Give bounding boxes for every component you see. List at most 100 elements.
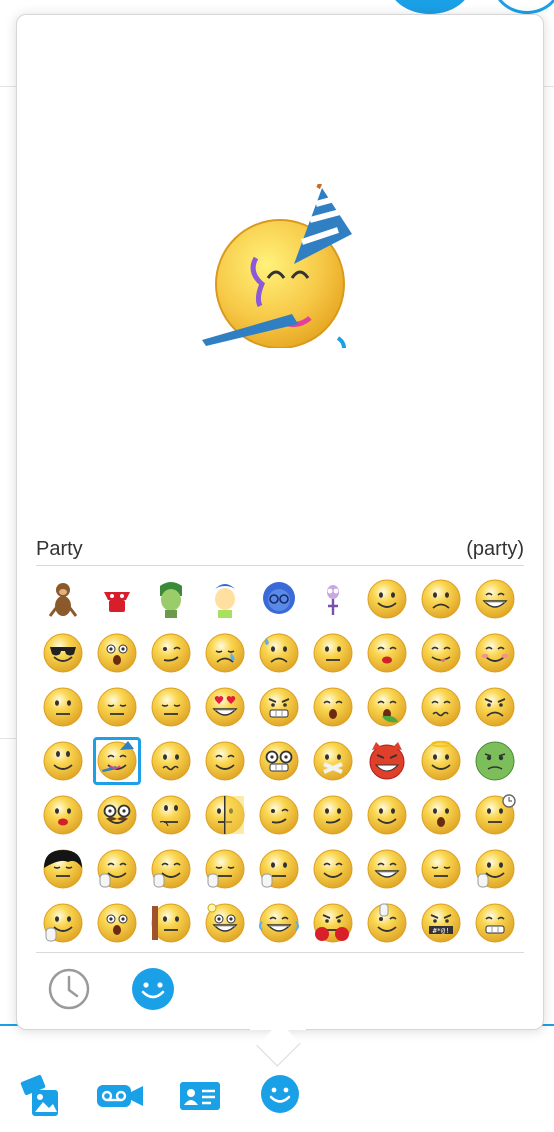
mmm-icon bbox=[205, 741, 245, 781]
emoticon-lips-sealed[interactable] bbox=[306, 734, 360, 788]
sad-icon bbox=[421, 579, 461, 619]
emoticon-evil-grin[interactable] bbox=[252, 680, 306, 734]
emoticon-waiting[interactable] bbox=[468, 788, 522, 842]
emoticon-angry[interactable] bbox=[468, 680, 522, 734]
emoticon-disgust[interactable] bbox=[144, 572, 198, 626]
emoticon-happy[interactable] bbox=[360, 788, 414, 842]
emoticon-sad[interactable] bbox=[414, 572, 468, 626]
emoticon-devil[interactable] bbox=[360, 734, 414, 788]
emoticon-puke[interactable] bbox=[360, 680, 414, 734]
emoticon-doh[interactable] bbox=[414, 680, 468, 734]
sweating-icon bbox=[259, 633, 299, 673]
header-call-button[interactable] bbox=[388, 0, 472, 14]
envy-icon bbox=[475, 741, 515, 781]
emoticon-rofl[interactable] bbox=[360, 842, 414, 896]
video-message-button[interactable] bbox=[96, 1084, 144, 1108]
emoticon-crying[interactable] bbox=[198, 626, 252, 680]
grin-icon bbox=[475, 903, 515, 943]
emoticon-boxing[interactable] bbox=[306, 896, 360, 950]
emoticon-wondering[interactable] bbox=[36, 680, 90, 734]
emoticon-fear[interactable] bbox=[306, 572, 360, 626]
shh-icon bbox=[259, 849, 299, 889]
happy-icon bbox=[367, 795, 407, 835]
yawn-icon bbox=[313, 687, 353, 727]
send-contact-button[interactable] bbox=[180, 1082, 220, 1110]
emoticon-dull[interactable] bbox=[144, 680, 198, 734]
emoticon-call[interactable] bbox=[90, 896, 144, 950]
emoticon-joy[interactable] bbox=[198, 572, 252, 626]
send-media-icon bbox=[20, 1074, 58, 1116]
emoticon-wall[interactable] bbox=[144, 896, 198, 950]
emoticon-shh[interactable] bbox=[252, 842, 306, 896]
tongue-out-icon bbox=[421, 633, 461, 673]
emoticon-mmm[interactable] bbox=[198, 734, 252, 788]
emoticon-wasntme[interactable] bbox=[36, 734, 90, 788]
emoticon-thinking[interactable] bbox=[144, 788, 198, 842]
emoticon-angel[interactable] bbox=[414, 734, 468, 788]
emoticon-blush[interactable] bbox=[468, 626, 522, 680]
emoticon-label-row: Party (party) bbox=[36, 536, 524, 566]
emoticon-finger-crossed[interactable] bbox=[90, 842, 144, 896]
swear-icon: #*@! bbox=[421, 903, 461, 943]
emoticon-hidden[interactable] bbox=[198, 788, 252, 842]
puke-icon bbox=[367, 687, 407, 727]
emoticon-wave[interactable] bbox=[468, 842, 522, 896]
recent-tab[interactable] bbox=[46, 966, 92, 1012]
emoticon-hands-up[interactable] bbox=[36, 896, 90, 950]
video-message-icon bbox=[97, 1085, 143, 1107]
wasntme-icon bbox=[43, 741, 83, 781]
emoticon-swear[interactable]: #*@! bbox=[414, 896, 468, 950]
header-menu-button[interactable] bbox=[492, 0, 554, 14]
wondering-icon bbox=[43, 687, 83, 727]
emoticon-envy[interactable] bbox=[468, 734, 522, 788]
emoticon-inlove[interactable] bbox=[198, 680, 252, 734]
emoticon-smirk[interactable] bbox=[252, 788, 306, 842]
dull-icon bbox=[151, 687, 191, 727]
emoticon-wink[interactable] bbox=[144, 626, 198, 680]
emoticon-sleepy[interactable] bbox=[90, 680, 144, 734]
emoticon-rock[interactable] bbox=[360, 896, 414, 950]
emoticon-sweating[interactable] bbox=[252, 626, 306, 680]
background-divider bbox=[0, 86, 16, 87]
rofl-icon bbox=[367, 849, 407, 889]
emoticon-kiss[interactable] bbox=[360, 626, 414, 680]
emoticon-idea[interactable] bbox=[198, 896, 252, 950]
emoticon-laugh[interactable] bbox=[468, 572, 522, 626]
emoticon-red-mask[interactable] bbox=[90, 572, 144, 626]
send-media-button[interactable] bbox=[20, 1072, 60, 1118]
emoticons-tab[interactable] bbox=[130, 966, 176, 1012]
emoticon-monkey[interactable] bbox=[36, 572, 90, 626]
lips-sealed-icon bbox=[313, 741, 353, 781]
emoticon-yawn[interactable] bbox=[306, 680, 360, 734]
emoticon-facepalm[interactable] bbox=[198, 842, 252, 896]
emoticon-cool[interactable] bbox=[36, 626, 90, 680]
emoticon-smile[interactable] bbox=[360, 572, 414, 626]
emoticon-giggle[interactable] bbox=[306, 842, 360, 896]
emoticon-sadness[interactable] bbox=[252, 572, 306, 626]
emoticon-tongue-out[interactable] bbox=[414, 626, 468, 680]
emoticon-button[interactable] bbox=[260, 1074, 300, 1114]
emoticon-mustache[interactable] bbox=[90, 788, 144, 842]
worried-icon bbox=[151, 741, 191, 781]
emoticon-hi[interactable] bbox=[144, 842, 198, 896]
angry-icon bbox=[475, 687, 515, 727]
giggle-icon bbox=[313, 849, 353, 889]
devil-icon bbox=[369, 742, 405, 780]
emoticon-speechless[interactable] bbox=[306, 626, 360, 680]
smile-icon bbox=[367, 579, 407, 619]
emoticon-half-smile[interactable] bbox=[306, 788, 360, 842]
emoticon-nerd[interactable] bbox=[252, 734, 306, 788]
emoticon-headbang[interactable] bbox=[414, 842, 468, 896]
emoticon-party[interactable] bbox=[90, 734, 144, 788]
emoticon-shortcut: (party) bbox=[466, 538, 524, 560]
emoticon-emo[interactable] bbox=[36, 842, 90, 896]
emoticon-grin[interactable] bbox=[468, 896, 522, 950]
sadness-icon bbox=[263, 582, 295, 614]
emoticon-worried[interactable] bbox=[144, 734, 198, 788]
emoticon-surprised[interactable] bbox=[90, 626, 144, 680]
fear-icon bbox=[327, 585, 339, 615]
speechless-icon bbox=[313, 633, 353, 673]
emoticon-laugh-tears[interactable] bbox=[252, 896, 306, 950]
emoticon-talking[interactable] bbox=[414, 788, 468, 842]
emoticon-make-up[interactable] bbox=[36, 788, 90, 842]
